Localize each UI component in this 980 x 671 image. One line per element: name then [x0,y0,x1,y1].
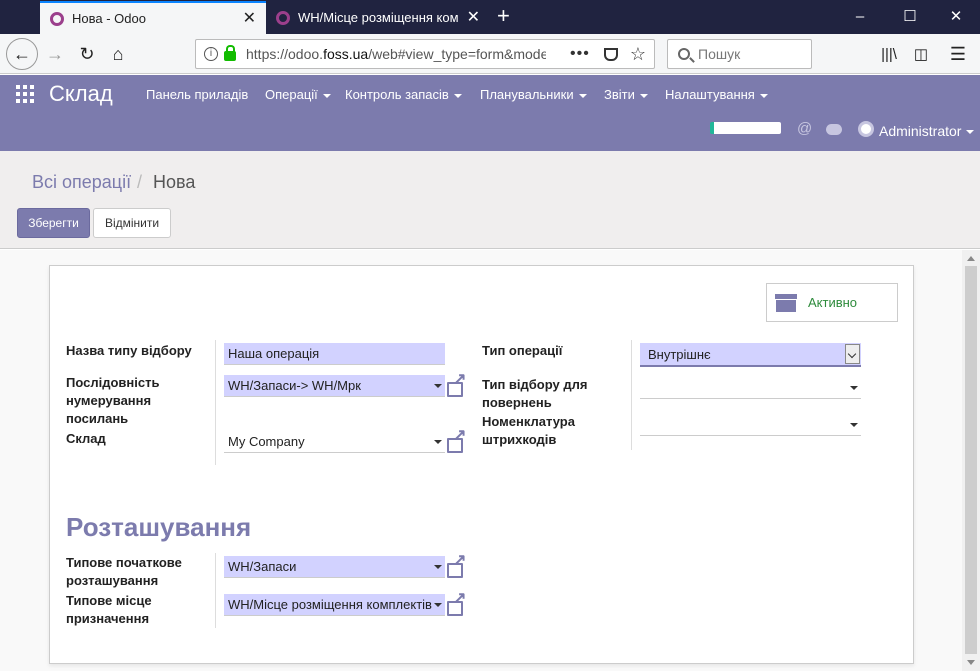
dropdown-arrow-icon [434,439,442,444]
minimize-button[interactable]: – [850,8,870,26]
external-link-icon[interactable] [447,428,466,453]
field-label-sequence: Послідовність нумерування посилань [66,375,160,426]
group-separator [631,340,632,450]
odoo-favicon-icon [276,10,290,25]
field-label-default-destination: Типове місце призначення [66,593,152,626]
external-link-icon[interactable] [447,591,466,616]
page-actions-icon[interactable]: ••• [570,45,590,63]
active-toggle-button[interactable]: Активно [766,283,898,322]
caret-down-icon [639,93,648,98]
scrollbar[interactable] [962,250,980,671]
breadcrumb-parent[interactable]: Всі операції [32,172,131,193]
chat-icon[interactable] [826,124,842,135]
field-label-return-type: Тип відбору для повернень [482,377,588,410]
dropdown-arrow-icon [434,383,442,388]
menu-settings[interactable]: Налаштування [665,87,768,102]
dropdown-arrow-icon [850,385,858,390]
operation-type-select[interactable]: Внутрішнє [640,343,861,367]
select-arrow-icon [845,344,860,364]
field-label-barcode-nomenclature: Номенклатура штрихкодів [482,414,575,447]
breadcrumb-separator: / [137,172,143,192]
group-separator [215,340,216,465]
name-input[interactable]: Наша операція [224,343,445,365]
reload-button[interactable]: ↻ [73,40,101,68]
dropdown-arrow-icon [434,602,442,607]
warehouse-select[interactable]: My Company [224,431,445,453]
default-source-select[interactable]: WH/Запаси [224,556,445,578]
caret-down-icon [453,93,462,98]
dropdown-arrow-icon [850,422,858,427]
field-label-operation-type: Тип операції [482,343,563,358]
close-tab-icon[interactable]: ✕ [467,9,480,26]
browser-tab-active[interactable]: Нова - Odoo ✕ [40,1,266,34]
sequence-select[interactable]: WH/Запаси-> WH/Мрк [224,375,445,397]
caret-down-icon [578,93,587,98]
library-icon[interactable]: |||\ [875,40,903,68]
barcode-nomenclature-select[interactable] [640,414,861,436]
active-label: Активно [808,295,858,310]
menu-operations[interactable]: Операції [265,87,331,102]
back-button[interactable]: ← [6,38,38,70]
caret-down-icon [966,130,975,135]
search-placeholder: Пошук [698,46,741,62]
archive-icon [775,293,797,312]
home-button[interactable]: ⌂ [104,40,132,68]
save-button[interactable]: Зберегти [17,208,90,238]
menu-hamburger-icon[interactable]: ☰ [944,40,972,68]
info-icon[interactable]: i [204,47,218,61]
user-menu[interactable]: Administrator [879,123,975,139]
browser-tab-bar: Нова - Odoo ✕ WH/Місце розміщення компле… [0,0,980,34]
search-icon [678,48,690,60]
app-name: Склад [49,81,113,106]
browser-tab-2[interactable]: WH/Місце розміщення комплектів ✕ [266,1,490,34]
breadcrumb-current: Нова [153,172,196,192]
close-window-button[interactable]: ✕ [946,8,966,26]
section-title: Розташування [66,512,252,542]
lock-icon [224,45,236,61]
scroll-thumb[interactable] [965,266,977,654]
address-bar[interactable]: i https://odoo.foss.ua/web#view_type=for… [195,39,655,69]
caret-down-icon [759,93,768,98]
odoo-favicon-icon [50,11,64,26]
mentions-icon[interactable]: @ [797,120,812,137]
avatar[interactable] [858,121,874,137]
apps-grid-icon[interactable] [16,85,34,103]
scroll-up-icon[interactable] [967,256,975,261]
group-separator [215,553,216,628]
tab-title: WH/Місце розміщення комплектів [298,10,459,25]
new-tab-button[interactable]: + [497,5,510,27]
tab-title: Нова - Odoo [72,11,146,26]
menu-schedulers[interactable]: Планувальники [480,87,587,102]
field-label-default-source: Типове початкове розташування [66,555,182,588]
default-destination-select[interactable]: WH/Місце розміщення комплектів [224,594,445,616]
scroll-down-icon[interactable] [967,660,975,665]
close-tab-icon[interactable]: ✕ [243,10,256,27]
return-type-select[interactable] [640,377,861,399]
menu-inventory-control[interactable]: Контроль запасів [345,87,462,102]
menu-dashboard[interactable]: Панель приладів [146,87,248,102]
browser-search-field[interactable]: Пошук [667,39,812,69]
control-panel: Всі операції / Нова Зберегти Відмінити [0,151,980,249]
progress-indicator [710,122,781,134]
menu-reports[interactable]: Звіти [604,87,648,102]
discard-button[interactable]: Відмінити [93,208,171,238]
pocket-icon[interactable] [603,47,618,61]
url-text[interactable]: https://odoo.foss.ua/web#view_type=form&… [246,46,546,62]
dropdown-arrow-icon [434,564,442,569]
caret-down-icon [322,93,331,98]
field-label-name: Назва типу відбору [66,343,192,358]
external-link-icon[interactable] [447,553,466,578]
forward-button[interactable]: → [41,40,69,68]
odoo-main-navbar: Склад Панель приладів Операції Контроль … [0,75,980,151]
browser-nav-bar: ← → ↻ ⌂ i https://odoo.foss.ua/web#view_… [0,34,980,74]
bookmark-star-icon[interactable]: ☆ [630,44,646,65]
field-label-warehouse: Склад [66,431,106,446]
maximize-button[interactable]: ☐ [900,8,920,26]
sidebar-icon[interactable]: ◫ [907,40,935,68]
external-link-icon[interactable] [447,372,466,397]
